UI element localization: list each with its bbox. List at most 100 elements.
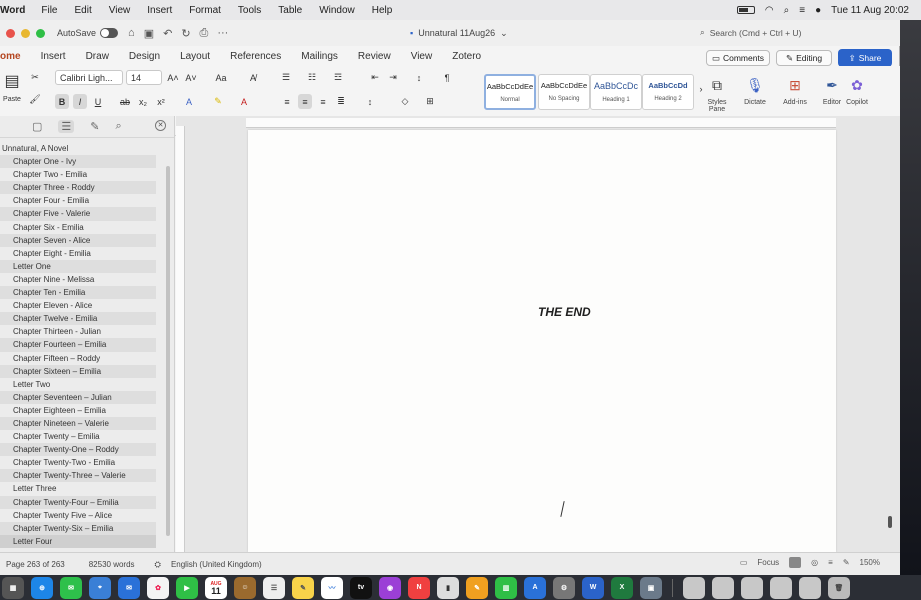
redo-icon[interactable]: ↻ <box>181 27 190 40</box>
show-formatting-icon[interactable]: ¶ <box>440 70 454 85</box>
outline-item[interactable]: Chapter Six - Emilia <box>0 221 156 234</box>
menu-window[interactable]: Window <box>319 5 355 16</box>
superscript-button[interactable]: x² <box>154 94 168 109</box>
clear-formatting-icon[interactable]: A̸ <box>246 70 260 85</box>
bullets-icon[interactable]: ☰ <box>278 70 294 85</box>
print-layout-view-button[interactable] <box>789 557 802 568</box>
launchpad-icon[interactable]: ▦ <box>2 576 24 599</box>
highlight-icon[interactable]: ✎ <box>210 94 226 109</box>
outline-item[interactable]: Chapter Five - Valerie <box>0 207 156 221</box>
menu-edit[interactable]: Edit <box>75 5 92 16</box>
reminders-icon[interactable]: ☰ <box>263 576 285 599</box>
search-icon[interactable]: ⌕ <box>116 120 122 133</box>
battery-icon[interactable] <box>736 6 755 14</box>
shading-icon[interactable]: ◇ <box>398 94 412 109</box>
editing-mode-button[interactable]: ✎ Editing <box>776 50 832 66</box>
tab-design[interactable]: Design <box>129 51 160 62</box>
grow-font-icon[interactable]: A˄ <box>166 70 180 85</box>
photos-icon[interactable]: ✿ <box>147 576 169 599</box>
outline-item[interactable]: Letter Three <box>0 482 156 495</box>
outline-item[interactable]: Chapter Eighteen – Emilia <box>0 404 156 417</box>
style-normal[interactable]: AaBbCcDdEe Normal <box>484 74 536 110</box>
outline-item[interactable]: Chapter Fifteen – Roddy <box>0 352 156 365</box>
excel-icon[interactable]: X <box>611 576 633 599</box>
recent-window-icon[interactable] <box>799 576 821 599</box>
tab-mailings[interactable]: Mailings <box>301 51 338 62</box>
styles-gallery-more-icon[interactable]: › <box>697 84 705 94</box>
spotlight-icon[interactable]: ⌕ <box>784 5 790 16</box>
contacts-icon[interactable]: ☺ <box>234 576 256 599</box>
outline-view-icon[interactable]: ≡ <box>828 558 833 567</box>
outline-item[interactable]: Letter One <box>0 259 156 273</box>
style-heading-1[interactable]: AaBbCcDc Heading 1 <box>590 74 642 110</box>
zoom-level[interactable]: 150% <box>860 558 880 567</box>
outline-item[interactable]: Chapter Twenty-Four – Emilia <box>0 495 156 509</box>
font-name-select[interactable]: Calibri Ligh... <box>55 70 123 85</box>
outline-item[interactable]: Chapter Thirteen - Julian <box>0 325 156 338</box>
outline-item[interactable]: Chapter Eleven - Alice <box>0 299 156 312</box>
align-left-icon[interactable]: ≡ <box>280 94 294 109</box>
save-icon[interactable]: ▣ <box>144 27 154 40</box>
outline-item[interactable]: Chapter Seventeen – Julian <box>0 390 156 404</box>
comments-button[interactable]: ▭ Comments <box>706 50 770 66</box>
tab-draw[interactable]: Draw <box>86 51 109 62</box>
outline-item[interactable]: Chapter Nineteen – Valerie <box>0 416 156 431</box>
document-page[interactable]: THE END <box>248 130 836 552</box>
increase-indent-icon[interactable]: ⇥ <box>386 70 400 85</box>
outline-item[interactable]: Chapter Three - Roddy <box>0 181 156 195</box>
menu-table[interactable]: Table <box>278 5 302 16</box>
app-store-icon[interactable]: A <box>524 576 546 599</box>
autosave-control[interactable]: AutoSave <box>57 28 119 38</box>
underline-button[interactable]: U <box>91 94 105 109</box>
align-right-icon[interactable]: ≡ <box>316 94 330 109</box>
word-count[interactable]: 82530 words <box>89 560 135 569</box>
podcasts-icon[interactable]: ◉ <box>379 576 401 599</box>
decrease-indent-icon[interactable]: ⇤ <box>368 70 382 85</box>
horizontal-ruler[interactable] <box>246 118 836 128</box>
close-icon[interactable]: ✕ <box>155 120 166 131</box>
format-painter-icon[interactable]: 🖌 <box>28 92 42 106</box>
style-heading-2[interactable]: AaBbCcDd Heading 2 <box>642 74 694 110</box>
add-ins-icon[interactable]: ⊞ <box>786 76 804 94</box>
shrink-font-icon[interactable]: A˅ <box>184 70 198 85</box>
menubar-clock[interactable]: Tue 11 Aug 20:02 <box>831 5 909 16</box>
tab-layout[interactable]: Layout <box>180 51 210 62</box>
recent-window-icon[interactable] <box>712 576 734 599</box>
thumbnails-icon[interactable]: ▢ <box>32 120 42 133</box>
autosave-toggle[interactable] <box>100 28 119 38</box>
cut-icon[interactable]: ✂ <box>28 70 42 84</box>
language-status[interactable]: English (United Kingdom) <box>171 560 262 569</box>
recent-window-icon[interactable] <box>683 576 705 599</box>
tab-insert[interactable]: Insert <box>41 51 66 62</box>
outline-item[interactable]: Chapter One - Ivy <box>0 155 156 169</box>
undo-icon[interactable]: ↶ <box>163 27 172 40</box>
preview-icon[interactable]: ▣ <box>640 576 662 599</box>
headings-icon[interactable]: ☰ <box>58 120 75 133</box>
outline-item[interactable]: Chapter Twenty-Two - Emilia <box>0 456 156 469</box>
menu-app-name[interactable]: Word <box>0 5 25 16</box>
menu-tools[interactable]: Tools <box>238 5 261 16</box>
outline-item[interactable]: Chapter Four - Emilia <box>0 194 156 207</box>
trash-icon[interactable]: 🗑 <box>828 576 850 599</box>
tab-view[interactable]: View <box>411 51 433 62</box>
outline-item[interactable]: Chapter Twenty-Six – Emilia <box>0 521 156 535</box>
font-size-select[interactable]: 14 <box>126 70 162 85</box>
recent-window-icon[interactable] <box>770 576 792 599</box>
web-layout-icon[interactable]: ◎ <box>811 558 818 567</box>
focus-button[interactable]: Focus <box>757 558 779 567</box>
outline-item[interactable]: Letter Four <box>0 534 156 548</box>
minimize-window-button[interactable] <box>21 28 30 38</box>
apple-tv-icon[interactable]: tv <box>350 576 372 599</box>
document-scrollbar[interactable] <box>888 516 892 528</box>
home-icon[interactable]: ⌂ <box>128 27 135 40</box>
calendar-icon[interactable]: AUG 11 <box>205 576 227 599</box>
edit-icon[interactable]: ✎ <box>90 120 99 133</box>
draft-view-icon[interactable]: ✎ <box>843 558 850 567</box>
pages-icon[interactable]: ✎ <box>466 576 488 599</box>
document-title[interactable]: ▪ Unnatural 11Aug26 ⌄ <box>410 20 508 46</box>
align-center-icon[interactable]: ≡ <box>298 94 312 109</box>
line-spacing-icon[interactable]: ↕ <box>362 94 378 109</box>
outline-item[interactable]: Chapter Sixteen – Emilia <box>0 364 156 378</box>
word-icon[interactable]: W <box>582 576 604 599</box>
copilot-icon[interactable]: ✿ <box>848 76 866 94</box>
